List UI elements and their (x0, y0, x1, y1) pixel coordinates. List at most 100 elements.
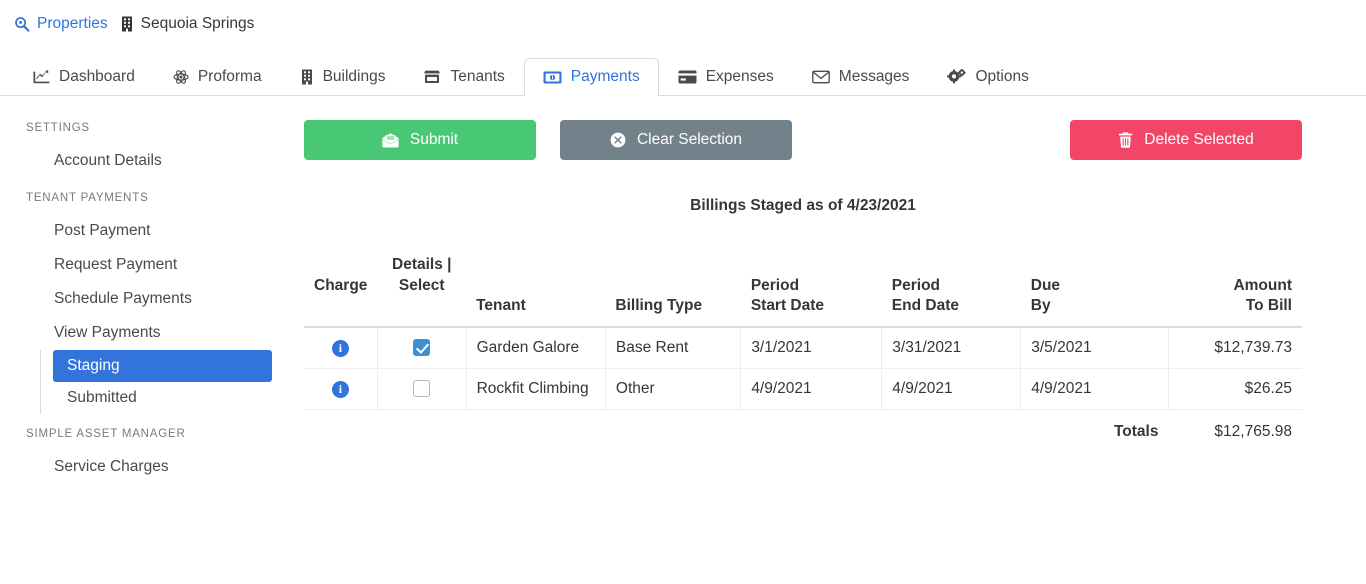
sidebar-group-label-simple-asset-manager: SIMPLE ASSET MANAGER (26, 428, 186, 440)
tab-label-buildings: Buildings (322, 68, 386, 85)
column-header-billing-type: Billing Type (605, 231, 741, 328)
breadcrumb: Properties Sequoia Springs (0, 0, 1366, 48)
column-header-period-end-date: Period End Date (881, 231, 1021, 328)
sidebar-subitem-staging[interactable]: Staging (53, 350, 272, 382)
sidebar-group-label-tenant-payments: TENANT PAYMENTS (26, 192, 149, 204)
atom-icon (173, 69, 189, 85)
building-icon (300, 69, 314, 85)
clear-selection-button[interactable]: Clear Selection (560, 120, 792, 160)
breadcrumb-label-properties: Properties (37, 15, 108, 32)
info-icon[interactable]: i (331, 380, 349, 398)
breadcrumb-item-properties[interactable]: Properties (14, 15, 108, 33)
row-select-cell (376, 326, 467, 369)
row-due-by: 3/5/2021 (1020, 326, 1169, 369)
sidebar-subnav-view-payments: Staging Submitted (40, 350, 272, 414)
row-select-checkbox[interactable] (413, 339, 431, 357)
row-tenant: Garden Galore (465, 326, 606, 369)
money-bill-icon (543, 71, 562, 84)
sidebar-subitem-label: Staging (67, 357, 120, 374)
delete-selected-button-label: Delete Selected (1144, 131, 1254, 148)
sidebar-item-label: Schedule Payments (54, 290, 192, 307)
row-amount-to-bill: $12,739.73 (1167, 326, 1302, 369)
breadcrumb-item-property: Sequoia Springs (120, 15, 255, 33)
tab-label-messages: Messages (838, 68, 910, 85)
submit-button[interactable]: Submit (304, 120, 536, 160)
tab-options[interactable]: Options (928, 58, 1047, 95)
submit-button-label: Submit (409, 131, 459, 148)
sidebar-item-label: Account Details (54, 152, 162, 169)
column-header-due-by: Due By (1020, 231, 1169, 328)
sidebar-item-label: View Payments (54, 324, 161, 341)
sidebar-item-label: Request Payment (54, 256, 178, 273)
sidebar-item-label: Post Payment (54, 222, 151, 239)
table-row: i Garden Galore Base Rent 3/1/2021 3/31/… (304, 326, 1302, 369)
tab-expenses[interactable]: Expenses (659, 58, 793, 95)
sidebar-item-request-payment[interactable]: Request Payment (14, 248, 258, 282)
info-icon[interactable]: i (331, 339, 349, 357)
column-header-amount-to-bill: Amount To Bill (1168, 231, 1302, 328)
tab-tenants[interactable]: Tenants (404, 58, 523, 95)
row-billing-type: Base Rent (604, 326, 741, 369)
table-header: Charge Details | Select Tenant Billing T… (304, 231, 1302, 328)
table-title: Billings Staged as of 4/23/2021 (690, 197, 916, 214)
cogs-icon (947, 69, 967, 85)
sidebar-item-label: Service Charges (54, 458, 169, 475)
totals-spacer (741, 409, 882, 441)
tab-label-payments: Payments (570, 68, 640, 85)
row-info-cell: i (304, 326, 378, 369)
row-tenant: Rockfit Climbing (465, 368, 606, 410)
main-content: Submit Clear Selection Delete Selected B… (272, 96, 1366, 583)
table-body: i Garden Galore Base Rent 3/1/2021 3/31/… (304, 326, 1302, 441)
totals-spacer (466, 409, 605, 441)
totals-spacer (377, 409, 466, 441)
clear-selection-button-label: Clear Selection (636, 131, 743, 148)
row-period-end-date: 3/31/2021 (881, 326, 1021, 369)
action-button-bar: Submit Clear Selection Delete Selected (304, 120, 1302, 160)
row-due-by: 4/9/2021 (1020, 368, 1169, 410)
main-tab-bar: Dashboard Proforma Buildings Tenants Pay… (0, 48, 1366, 96)
tab-dashboard[interactable]: Dashboard (14, 58, 154, 95)
search-location-icon (14, 16, 30, 32)
envelope-icon (811, 70, 830, 84)
tab-label-expenses: Expenses (705, 68, 774, 85)
tab-proforma[interactable]: Proforma (154, 58, 281, 95)
breadcrumb-label-property: Sequoia Springs (140, 15, 255, 32)
sidebar-item-post-payment[interactable]: Post Payment (14, 214, 258, 248)
tab-messages[interactable]: Messages (793, 58, 929, 95)
column-header-details-select: Details | Select (377, 231, 467, 328)
sidebar: SETTINGS Account Details TENANT PAYMENTS… (0, 96, 272, 583)
sidebar-item-schedule-payments[interactable]: Schedule Payments (14, 282, 258, 316)
row-billing-type: Other (604, 368, 741, 410)
row-info-cell: i (304, 368, 378, 410)
sidebar-subitem-submitted[interactable]: Submitted (53, 382, 272, 414)
chart-line-icon (33, 69, 50, 85)
sidebar-item-view-payments[interactable]: View Payments (14, 316, 258, 350)
building-icon (120, 16, 134, 32)
row-select-checkbox[interactable] (413, 380, 431, 398)
totals-spacer (605, 409, 740, 441)
row-amount-to-bill: $26.25 (1167, 368, 1302, 410)
times-circle-icon (610, 132, 626, 148)
column-header-charge-details: Charge (304, 231, 378, 328)
column-header-period-start-date: Period Start Date (740, 231, 882, 328)
tab-label-tenants: Tenants (450, 68, 505, 85)
tab-label-options: Options (975, 68, 1029, 85)
row-period-start-date: 4/9/2021 (740, 368, 882, 410)
billings-table: Charge Details | Select Tenant Billing T… (304, 231, 1302, 441)
credit-card-icon (678, 70, 697, 84)
sidebar-item-account-details[interactable]: Account Details (14, 144, 258, 178)
tab-buildings[interactable]: Buildings (281, 58, 405, 95)
totals-spacer (882, 409, 1021, 441)
column-header-details-select-line2: Details | Select (392, 256, 452, 294)
tab-label-dashboard: Dashboard (59, 68, 135, 85)
table-header-row: Charge Details | Select Tenant Billing T… (304, 231, 1302, 328)
table-row: i Rockfit Climbing Other 4/9/2021 4/9/20… (304, 368, 1302, 410)
page-body: SETTINGS Account Details TENANT PAYMENTS… (0, 96, 1366, 583)
envelope-open-text-icon (382, 132, 399, 148)
tab-payments[interactable]: Payments (523, 58, 659, 96)
sidebar-item-service-charges[interactable]: Service Charges (14, 450, 258, 484)
delete-selected-button[interactable]: Delete Selected (1070, 120, 1302, 160)
column-header-charge-line1: Charge (314, 276, 368, 294)
totals-label: Totals (1113, 422, 1159, 440)
table-totals-row: Totals $12,765.98 (304, 409, 1302, 441)
